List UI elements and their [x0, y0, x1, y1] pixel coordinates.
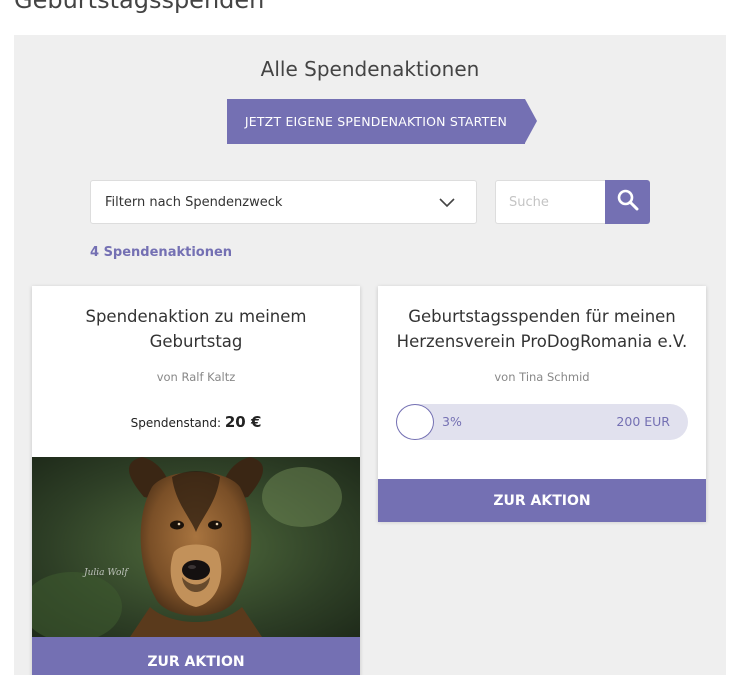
progress-knob — [396, 404, 434, 440]
donation-status: Spendenstand: 20 € — [32, 413, 360, 431]
chevron-down-icon — [438, 193, 456, 211]
campaign-author: von Tina Schmid — [494, 370, 590, 384]
filter-selected-value: Filtern nach Spendenzweck — [105, 194, 283, 210]
campaign-title[interactable]: Spendenaktion zu meinem Geburtstag — [32, 304, 360, 354]
campaign-title[interactable]: Geburtstagsspenden für meinen Herzensver… — [378, 304, 706, 354]
campaign-author: von Ralf Kaltz — [156, 370, 236, 384]
campaign-card: Spendenaktion zu meinem Geburtstag von R… — [32, 286, 360, 675]
campaign-card: Geburtstagsspenden für meinen Herzensver… — [378, 286, 706, 522]
campaign-count: 4 Spendenaktionen — [90, 245, 233, 260]
campaign-open-button[interactable]: ZUR AKTION — [378, 479, 706, 522]
purpose-filter-select[interactable]: Filtern nach Spendenzweck — [90, 180, 477, 224]
donation-target: 200 EUR — [616, 414, 670, 429]
donation-status-label: Spendenstand: — [130, 416, 222, 430]
search-icon — [616, 188, 640, 216]
campaign-open-button[interactable]: ZUR AKTION — [32, 637, 360, 675]
donation-campaigns-panel: Alle Spendenaktionen JETZT EIGENE SPENDE… — [14, 35, 726, 675]
search-input[interactable] — [495, 180, 607, 224]
search-button[interactable] — [605, 180, 650, 224]
start-campaign-button[interactable]: JETZT EIGENE SPENDENAKTION STARTEN — [227, 99, 537, 144]
campaign-image-dog[interactable]: Julia Wolf — [32, 457, 360, 637]
progress-percent: 3% — [442, 414, 462, 429]
campaign-title-line-2: Herzensverein ProDogRomania e.V. — [396, 332, 688, 351]
campaign-title-line-1: Geburtstagsspenden für meinen — [408, 307, 676, 326]
donation-amount: 20 € — [224, 413, 262, 431]
donation-progress-bar: 3% 200 EUR — [396, 404, 688, 440]
svg-text:Julia Wolf: Julia Wolf — [82, 568, 129, 578]
panel-title: Alle Spendenaktionen — [260, 57, 480, 81]
page-title: Geburtstagsspenden — [14, 0, 265, 14]
